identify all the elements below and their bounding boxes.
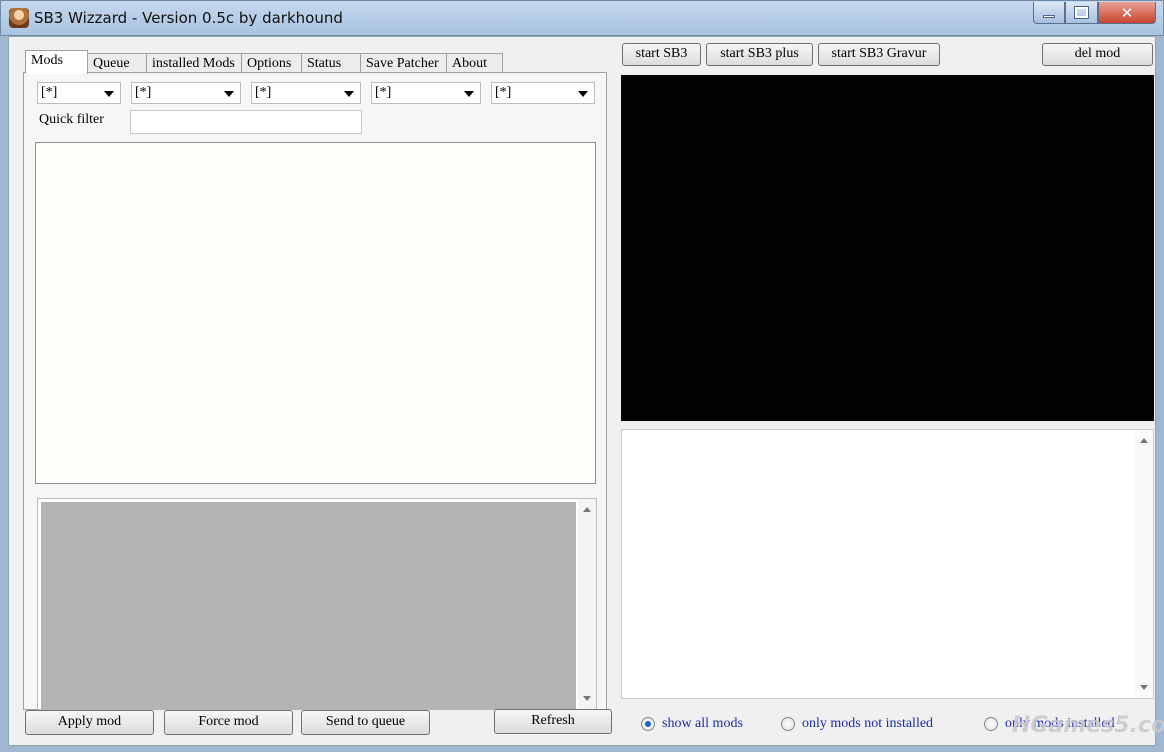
maximize-button[interactable] [1065, 2, 1098, 24]
filter-combo-1-value: [*] [41, 85, 58, 100]
minimize-button[interactable] [1033, 2, 1065, 24]
filter-combo-1[interactable]: [*] [37, 82, 121, 104]
tab-queue[interactable]: Queue [87, 53, 147, 73]
chevron-down-icon [578, 91, 588, 97]
close-button[interactable]: ✕ [1098, 2, 1156, 24]
quick-filter-label: Quick filter [39, 112, 104, 127]
scroll-up-icon[interactable] [1140, 438, 1148, 443]
filter-combo-5[interactable]: [*] [491, 82, 595, 104]
app-icon [9, 8, 29, 28]
radio-only-not-installed[interactable]: only mods not installed [781, 714, 933, 734]
filter-combo-4-value: [*] [375, 85, 392, 100]
start-sb3-plus-button[interactable]: start SB3 plus [706, 43, 813, 66]
window-title: SB3 Wizzard - Version 0.5c by darkhound [34, 9, 343, 27]
preview-scrollbar[interactable] [578, 499, 596, 709]
refresh-button[interactable]: Refresh [494, 709, 612, 734]
apply-mod-button[interactable]: Apply mod [25, 710, 154, 735]
radio-not-installed-label: only mods not installed [802, 716, 934, 731]
filter-combo-3-value: [*] [255, 85, 272, 100]
tab-mods[interactable]: Mods [25, 50, 88, 74]
radio-checked-icon[interactable] [641, 717, 655, 731]
chevron-down-icon [104, 91, 114, 97]
client-area: Mods Queue installed Mods Options Status… [8, 36, 1156, 746]
mod-description-box[interactable] [621, 429, 1154, 699]
game-preview-screen [621, 75, 1154, 421]
tab-save-patcher[interactable]: Save Patcher [360, 53, 447, 73]
filter-combo-3[interactable]: [*] [251, 82, 361, 104]
maximize-icon [1074, 6, 1089, 19]
tab-options[interactable]: Options [241, 53, 302, 73]
minimize-icon [1043, 15, 1055, 18]
close-icon: ✕ [1120, 3, 1134, 22]
tab-installed-mods[interactable]: installed Mods [146, 53, 242, 73]
tab-about[interactable]: About [446, 53, 503, 73]
quick-filter-input[interactable] [130, 110, 362, 134]
scroll-down-icon[interactable] [1140, 685, 1148, 690]
chevron-down-icon [464, 91, 474, 97]
radio-show-all-label: show all mods [662, 716, 743, 731]
title-bar: SB3 Wizzard - Version 0.5c by darkhound … [0, 0, 1164, 36]
start-sb3-button[interactable]: start SB3 [622, 43, 701, 66]
tab-strip: Mods Queue installed Mods Options Status… [25, 50, 503, 74]
tab-status[interactable]: Status [301, 53, 361, 73]
description-scrollbar[interactable] [1135, 430, 1153, 698]
chevron-down-icon [344, 91, 354, 97]
start-sb3-gravur-button[interactable]: start SB3 Gravur [818, 43, 940, 66]
radio-show-all-mods[interactable]: show all mods [641, 714, 743, 734]
filter-combo-2-value: [*] [135, 85, 152, 100]
filter-combo-5-value: [*] [495, 85, 512, 100]
scroll-down-icon[interactable] [583, 696, 591, 701]
scroll-up-icon[interactable] [583, 507, 591, 512]
mod-list[interactable] [35, 142, 596, 484]
radio-unchecked-icon[interactable] [984, 717, 998, 731]
del-mod-button[interactable]: del mod [1042, 43, 1153, 66]
filter-combo-4[interactable]: [*] [371, 82, 481, 104]
force-mod-button[interactable]: Force mod [164, 710, 293, 735]
radio-unchecked-icon[interactable] [781, 717, 795, 731]
mod-preview-box [37, 498, 597, 710]
filter-combo-2[interactable]: [*] [131, 82, 241, 104]
mod-preview-image [41, 502, 576, 710]
send-to-queue-button[interactable]: Send to queue [301, 710, 430, 735]
chevron-down-icon [224, 91, 234, 97]
watermark-logo: HGames5.com [1012, 713, 1164, 738]
